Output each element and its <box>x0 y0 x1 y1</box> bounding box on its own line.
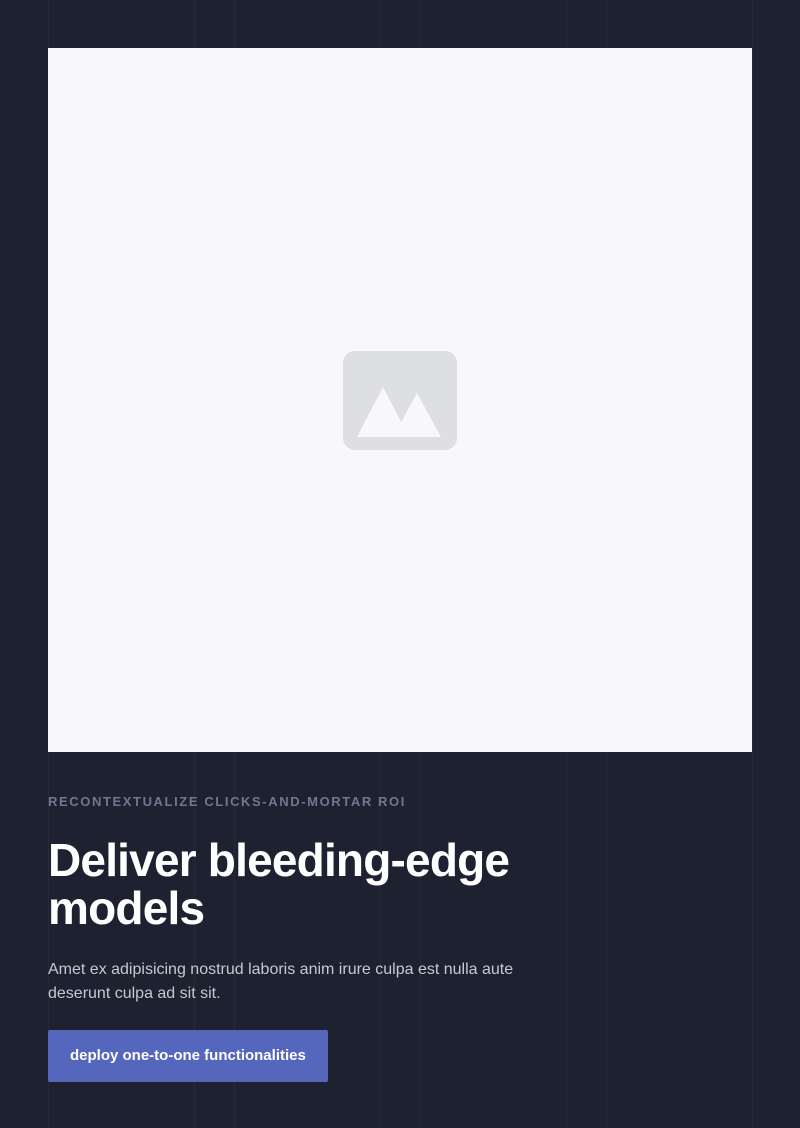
image-placeholder-icon <box>343 350 457 450</box>
hero-title: Deliver bleeding-edge models <box>48 834 510 934</box>
eyebrow-text: RECONTEXTUALIZE CLICKS-AND-MORTAR ROI <box>48 794 406 809</box>
hero-description: Amet ex adipisicing nostrud laboris anim… <box>48 961 514 1002</box>
page: RECONTEXTUALIZE CLICKS-AND-MORTAR ROI De… <box>0 0 800 1128</box>
cta-button[interactable]: deploy one-to-one functionalities <box>48 1030 328 1082</box>
hero-image-placeholder <box>48 48 752 752</box>
hero-content: RECONTEXTUALIZE CLICKS-AND-MORTAR ROI De… <box>48 795 568 1082</box>
grid-line <box>752 0 753 1128</box>
